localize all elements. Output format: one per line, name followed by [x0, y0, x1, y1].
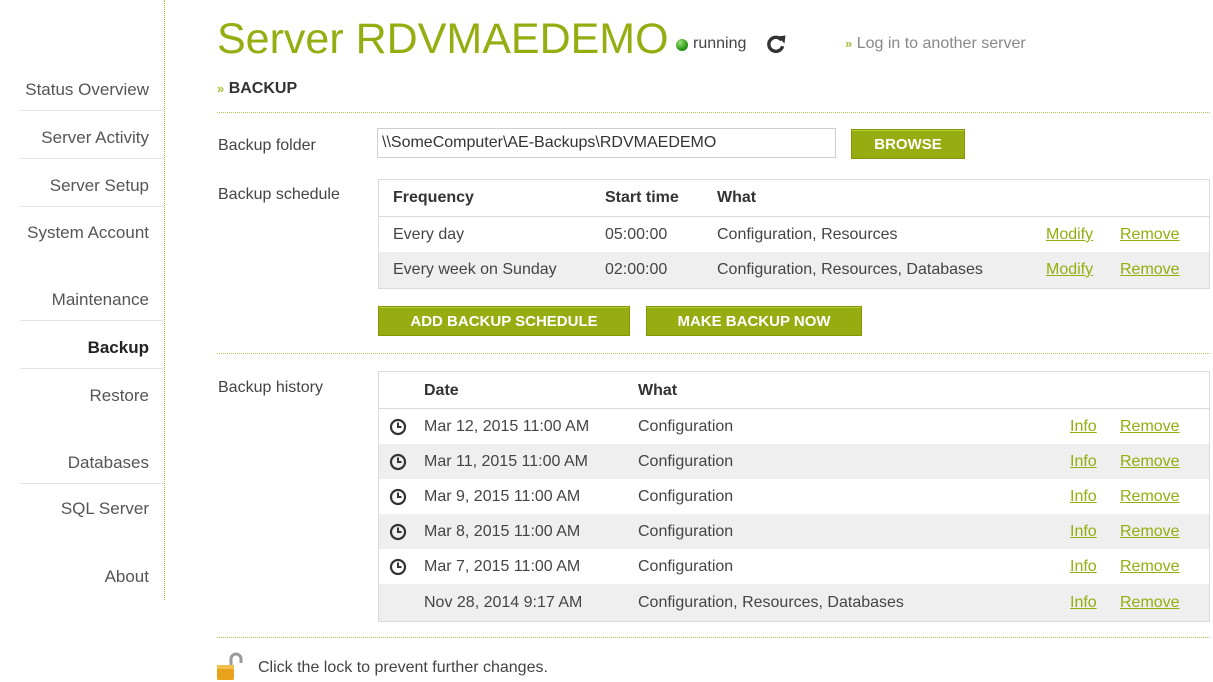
table-header-row: Frequency Start time What	[379, 180, 1209, 217]
unlocked-padlock-icon[interactable]	[216, 651, 246, 682]
schedule-start-time: 02:00:00	[605, 261, 668, 278]
table-row: Mar 7, 2015 11:00 AM Configuration Info …	[379, 549, 1209, 584]
info-link[interactable]: Info	[1070, 453, 1097, 471]
table-row: Mar 11, 2015 11:00 AM Configuration Info…	[379, 444, 1209, 479]
table-row: Mar 9, 2015 11:00 AM Configuration Info …	[379, 479, 1209, 514]
section-divider	[217, 353, 1210, 354]
table-row: Every week on Sunday 02:00:00 Configurat…	[379, 252, 1209, 288]
history-date: Mar 9, 2015 11:00 AM	[424, 488, 581, 505]
remove-link[interactable]: Remove	[1120, 488, 1180, 506]
page-title: Server RDVMAEDEMO	[217, 15, 669, 63]
history-date: Mar 12, 2015 11:00 AM	[424, 418, 590, 435]
info-link[interactable]: Info	[1070, 523, 1097, 541]
schedule-frequency: Every week on Sunday	[393, 261, 557, 278]
backup-folder-input[interactable]	[377, 128, 836, 158]
sidebar-divider	[20, 483, 164, 484]
sidebar-item-system-account[interactable]: System Account	[3, 222, 149, 244]
remove-link[interactable]: Remove	[1120, 418, 1180, 436]
backup-history-table: Date What Mar 12, 2015 11:00 AM Configur…	[378, 371, 1210, 622]
remove-link[interactable]: Remove	[1120, 226, 1180, 244]
remove-link[interactable]: Remove	[1120, 453, 1180, 471]
backup-folder-label: Backup folder	[218, 137, 316, 154]
sidebar-divider	[20, 368, 164, 369]
schedule-start-time: 05:00:00	[605, 226, 668, 243]
table-row: Every day 05:00:00 Configuration, Resour…	[379, 217, 1209, 252]
section-divider	[217, 637, 1210, 638]
status-indicator-icon	[676, 39, 688, 51]
remove-link[interactable]: Remove	[1120, 261, 1180, 279]
history-what: Configuration	[638, 488, 734, 505]
column-header-what: What	[638, 382, 678, 399]
history-what: Configuration	[638, 453, 734, 470]
sidebar-item-status-overview[interactable]: Status Overview	[3, 79, 149, 101]
chevron-right-icon: »	[845, 36, 853, 51]
history-what: Configuration, Resources, Databases	[638, 594, 904, 611]
schedule-what: Configuration, Resources, Databases	[717, 261, 983, 278]
info-link[interactable]: Info	[1070, 594, 1097, 612]
add-backup-schedule-button[interactable]: ADD BACKUP SCHEDULE	[378, 306, 630, 336]
sidebar-divider	[20, 206, 164, 207]
clock-icon	[389, 488, 407, 506]
column-header-start-time: Start time	[605, 189, 679, 206]
sidebar-item-about[interactable]: About	[3, 566, 149, 588]
clock-icon	[389, 523, 407, 541]
column-header-date: Date	[424, 382, 459, 399]
remove-link[interactable]: Remove	[1120, 594, 1180, 612]
backup-schedule-table: Frequency Start time What Every day 05:0…	[378, 179, 1210, 289]
history-date: Mar 7, 2015 11:00 AM	[424, 558, 581, 575]
table-row: Nov 28, 2014 9:17 AM Configuration, Reso…	[379, 584, 1209, 621]
login-another-server-link[interactable]: » Log in to another server	[845, 35, 1026, 53]
sidebar-nav: Status Overview Server Activity Server S…	[0, 0, 165, 600]
history-date: Nov 28, 2014 9:17 AM	[424, 594, 583, 611]
remove-link[interactable]: Remove	[1120, 523, 1180, 541]
table-row: Mar 12, 2015 11:00 AM Configuration Info…	[379, 409, 1209, 444]
sidebar-item-maintenance[interactable]: Maintenance	[3, 289, 149, 311]
modify-link[interactable]: Modify	[1046, 226, 1093, 244]
sidebar-item-server-activity[interactable]: Server Activity	[3, 127, 149, 149]
clock-icon	[389, 558, 407, 576]
sidebar-divider	[20, 158, 164, 159]
schedule-what: Configuration, Resources	[717, 226, 898, 243]
history-what: Configuration	[638, 523, 734, 540]
history-date: Mar 11, 2015 11:00 AM	[424, 453, 588, 470]
column-header-frequency: Frequency	[393, 189, 474, 206]
sidebar-item-restore[interactable]: Restore	[3, 385, 149, 407]
clock-icon	[389, 453, 407, 471]
chevron-right-icon: »	[217, 81, 225, 96]
section-title: BACKUP	[228, 80, 298, 97]
table-header-row: Date What	[379, 372, 1209, 409]
schedule-frequency: Every day	[393, 226, 465, 243]
section-divider	[217, 112, 1210, 113]
lock-instruction-text: Click the lock to prevent further change…	[258, 659, 548, 676]
make-backup-now-button[interactable]: MAKE BACKUP NOW	[646, 306, 862, 336]
remove-link[interactable]: Remove	[1120, 558, 1180, 576]
column-header-what: What	[717, 189, 757, 206]
refresh-icon[interactable]	[765, 33, 787, 55]
info-link[interactable]: Info	[1070, 488, 1097, 506]
browse-button[interactable]: BROWSE	[851, 129, 965, 159]
modify-link[interactable]: Modify	[1046, 261, 1093, 279]
history-date: Mar 8, 2015 11:00 AM	[424, 523, 581, 540]
sidebar-item-databases[interactable]: Databases	[3, 452, 149, 474]
history-what: Configuration	[638, 418, 734, 435]
history-what: Configuration	[638, 558, 734, 575]
login-link-label: Log in to another server	[856, 35, 1026, 52]
info-link[interactable]: Info	[1070, 418, 1097, 436]
sidebar-divider	[20, 110, 164, 111]
backup-schedule-label: Backup schedule	[218, 186, 340, 203]
breadcrumb: » BACKUP	[217, 80, 297, 98]
sidebar-item-server-setup[interactable]: Server Setup	[3, 175, 149, 197]
sidebar-item-sql-server[interactable]: SQL Server	[3, 498, 149, 520]
sidebar-item-backup[interactable]: Backup	[3, 337, 149, 359]
sidebar-divider	[20, 320, 164, 321]
server-status-text: running	[693, 35, 747, 52]
clock-icon	[389, 418, 407, 436]
info-link[interactable]: Info	[1070, 558, 1097, 576]
backup-history-label: Backup history	[218, 379, 323, 396]
table-row: Mar 8, 2015 11:00 AM Configuration Info …	[379, 514, 1209, 549]
